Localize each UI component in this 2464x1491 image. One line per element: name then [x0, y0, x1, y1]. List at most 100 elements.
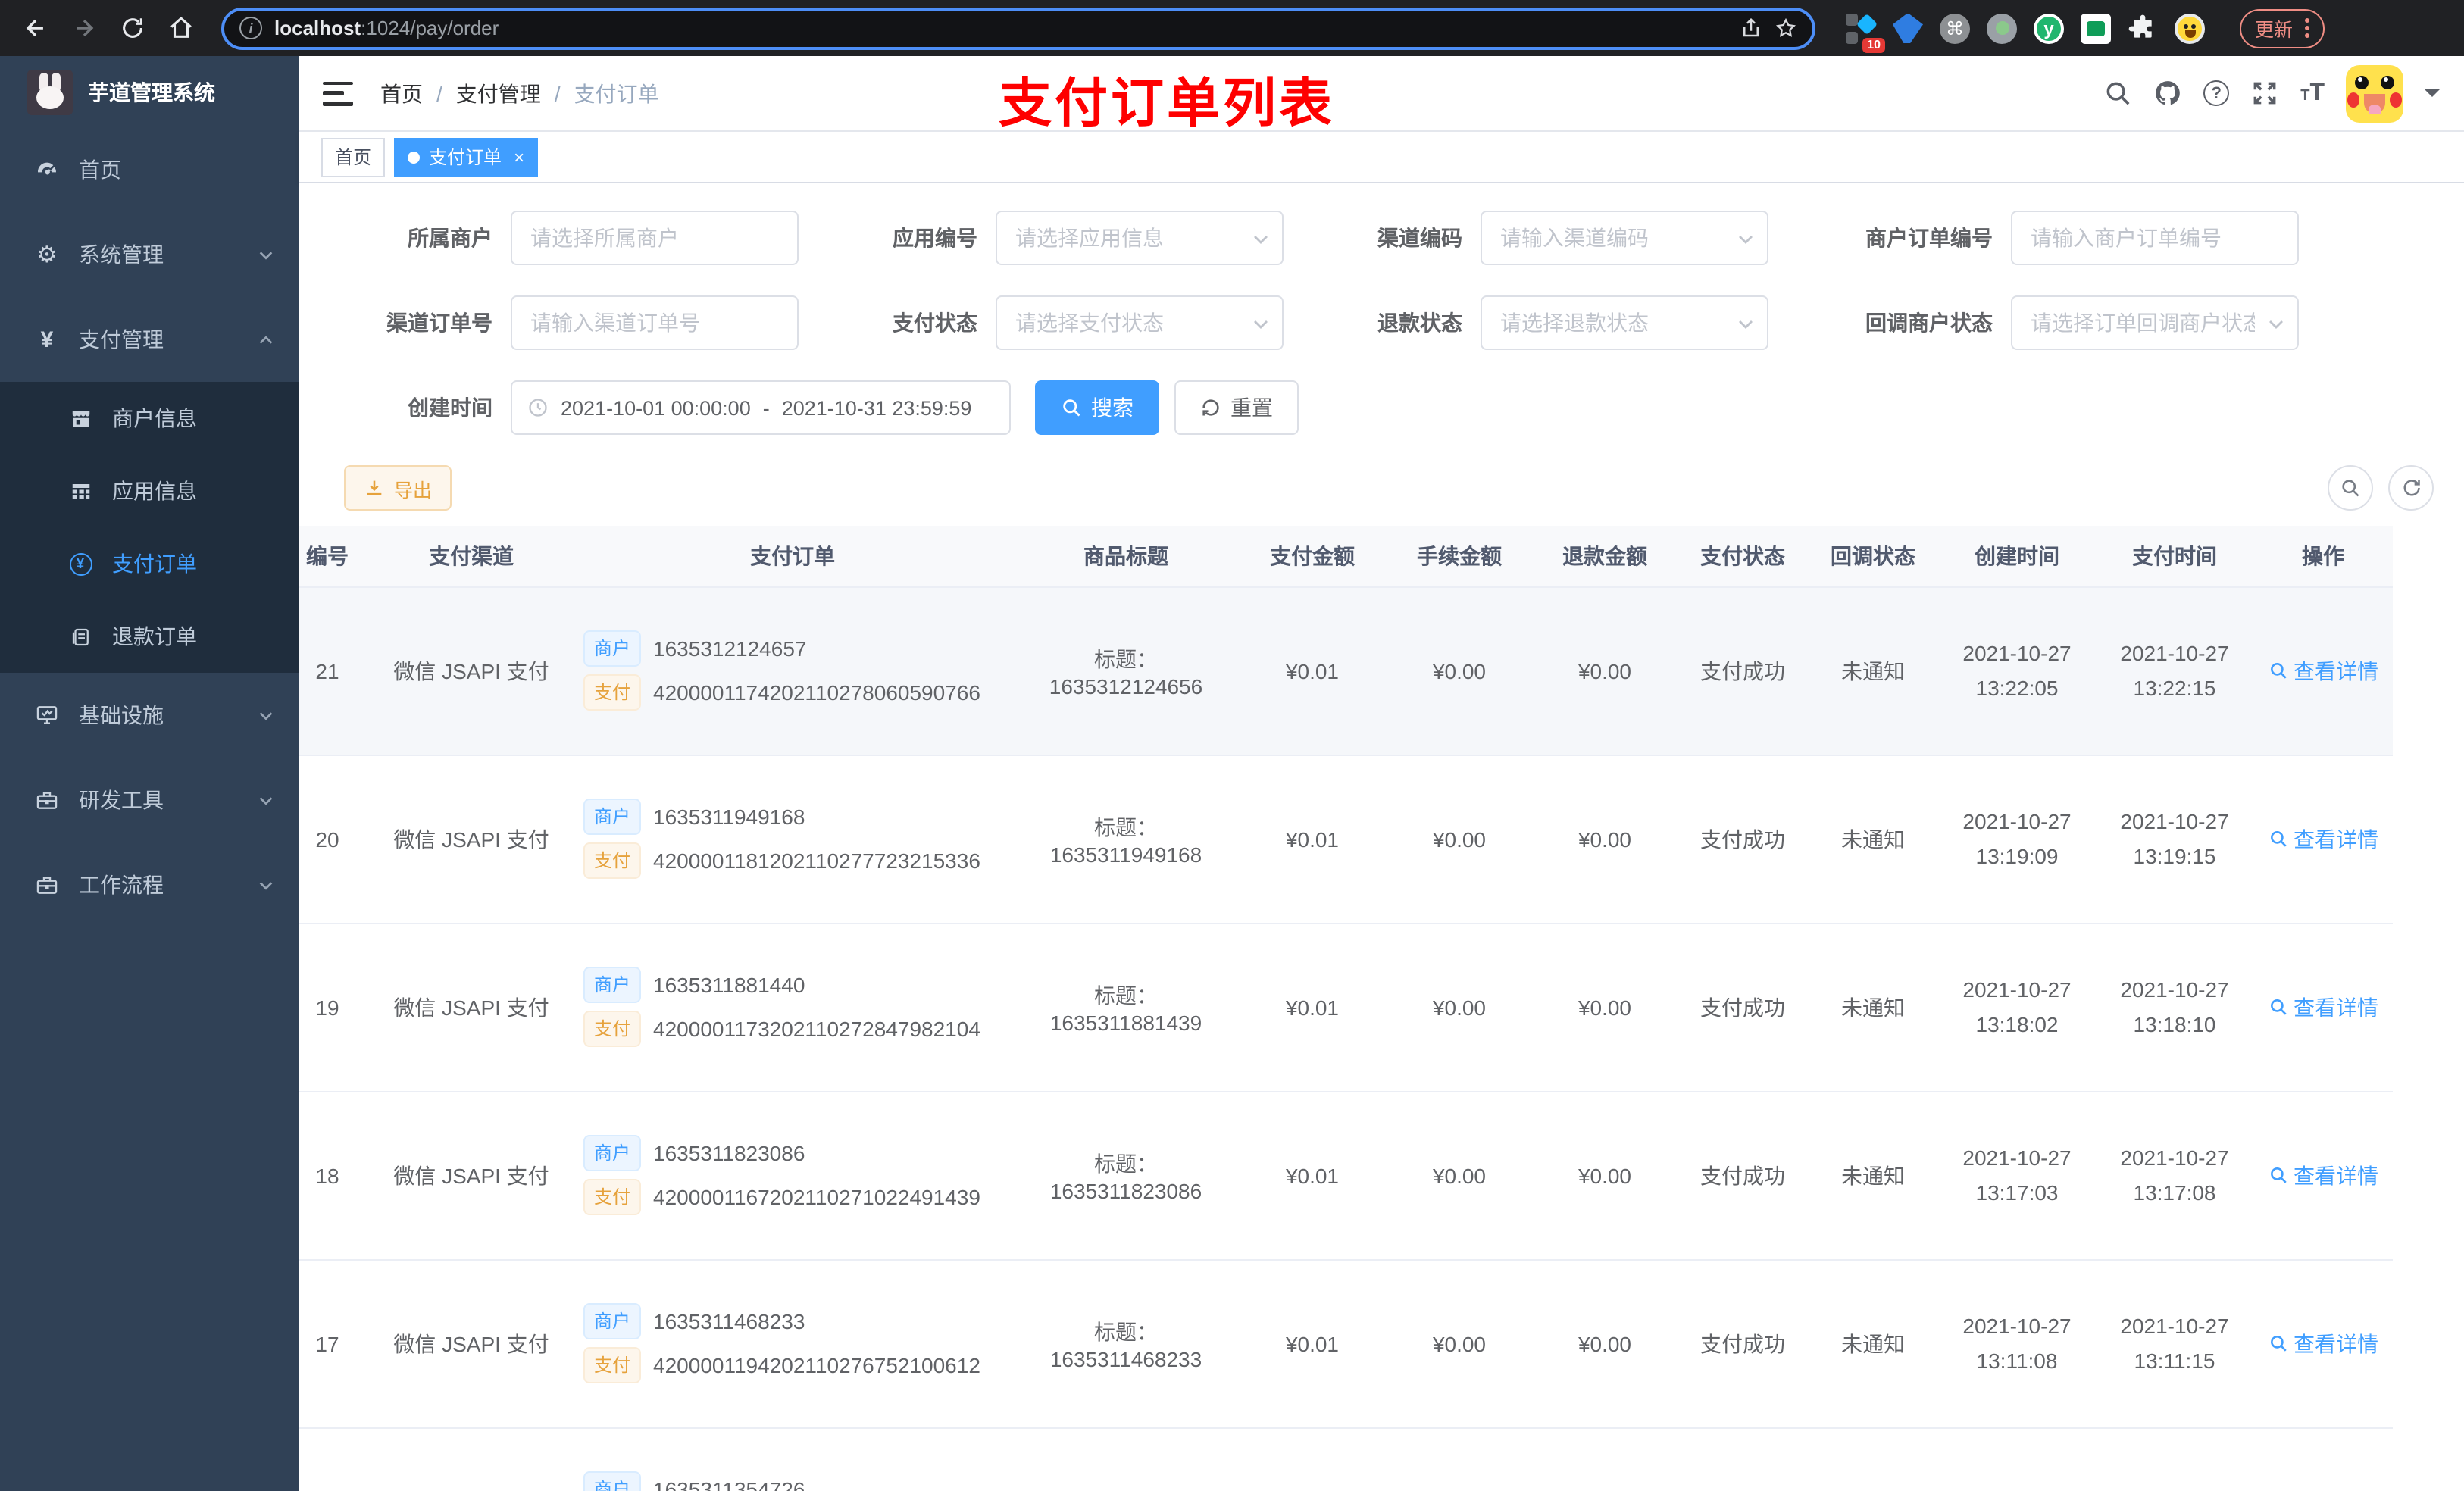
view-details-link[interactable]: 查看详情 — [2268, 1328, 2378, 1358]
pay-status-select[interactable] — [996, 295, 1284, 350]
avatar-caret-icon[interactable] — [2425, 89, 2440, 105]
sidebar-toggle-icon[interactable] — [323, 81, 353, 105]
channel-order-no-input[interactable] — [511, 295, 799, 350]
sidebar-item-infra[interactable]: 基础设施 — [0, 673, 299, 758]
cell-pay-order: 商户 1635312124657 支付 42000011742021102780… — [571, 586, 1014, 755]
sidebar-item-refund-order[interactable]: 退款订单 — [0, 600, 299, 673]
cell-id: 18 — [299, 1091, 371, 1260]
refresh-button[interactable] — [2388, 465, 2434, 511]
tag-pay-order[interactable]: 支付订单 × — [394, 137, 539, 177]
reload-icon[interactable] — [112, 8, 152, 48]
filter-label: 渠道编码 — [1377, 226, 1462, 250]
chat-extension-icon[interactable] — [2081, 13, 2111, 43]
cell-actions: 查看详情 — [2253, 755, 2393, 924]
shop-icon — [67, 407, 94, 430]
bookmark-star-icon[interactable] — [1775, 17, 1797, 39]
column-header: 编号 — [299, 526, 371, 587]
filter-label: 退款状态 — [1377, 311, 1462, 335]
kebab-menu-icon[interactable] — [2305, 18, 2310, 38]
search-button[interactable]: 搜索 — [1035, 380, 1159, 435]
gear-icon: ⚙ — [36, 242, 58, 268]
share-icon[interactable] — [1740, 17, 1762, 39]
reset-button[interactable]: 重置 — [1174, 380, 1299, 435]
app-select[interactable] — [996, 211, 1284, 265]
sidebar-item-pay-order[interactable]: ¥ 支付订单 — [0, 527, 299, 600]
top-navbar: 首页 / 支付管理 / 支付订单 支付订单列表 ? TT — [299, 56, 2464, 133]
column-header: 创建时间 — [1938, 526, 2096, 587]
cell-fee: ¥0.00 — [1387, 923, 1532, 1092]
cell-refund: ¥0.00 — [1532, 586, 1678, 755]
cell-status: 支付成功 — [1678, 586, 1808, 755]
date-range-picker[interactable]: 2021-10-01 00:00:00 - 2021-10-31 23:59:5… — [511, 380, 1011, 435]
cell-title: 标题：1635311823086 — [1014, 1091, 1238, 1260]
cell-created: 2021-10-27 13:18:02 — [1938, 923, 2096, 1092]
refund-status-select[interactable] — [1481, 295, 1768, 350]
fullscreen-icon[interactable] — [2250, 79, 2279, 108]
font-size-icon[interactable]: TT — [2300, 80, 2325, 107]
filter-label: 创建时间 — [408, 395, 492, 420]
cell-id: 20 — [299, 755, 371, 924]
sidebar-item-merchant-info[interactable]: 商户信息 — [0, 382, 299, 455]
clock-icon — [527, 397, 549, 418]
chevron-down-icon — [258, 877, 274, 893]
kite-extension-icon[interactable] — [1893, 13, 1923, 43]
merchant-select[interactable] — [511, 211, 799, 265]
cell-channel: 微信 JSAPI 支付 — [371, 755, 571, 924]
sidebar-item-devtools[interactable]: 研发工具 — [0, 758, 299, 842]
view-details-link[interactable]: 查看详情 — [2268, 824, 2378, 854]
command-extension-icon[interactable]: ⌘ — [1940, 13, 1970, 43]
show-search-toggle-button[interactable] — [2328, 465, 2373, 511]
pay-tag: 支付 — [583, 674, 642, 711]
merchant-order-no: 1635311823086 — [653, 1141, 805, 1165]
pay-tag: 支付 — [583, 842, 642, 879]
emoji-avatar-icon[interactable] — [2175, 13, 2205, 43]
view-details-link[interactable]: 查看详情 — [2268, 992, 2378, 1022]
notify-status-select[interactable] — [2011, 295, 2299, 350]
cell-status: 支付成功 — [1678, 923, 1808, 1092]
extensions-puzzle-icon[interactable] — [2128, 13, 2158, 43]
cell-pay-order: 商户 1635311354726 支付 — [571, 1427, 1014, 1491]
export-button[interactable]: 导出 — [344, 465, 452, 511]
address-bar[interactable]: i localhost:1024/pay/order — [221, 7, 1815, 49]
cell-actions: 查看详情 — [2253, 923, 2393, 1092]
home-icon[interactable] — [161, 8, 200, 48]
merchant-order-no-input[interactable] — [2011, 211, 2299, 265]
yen-icon: ¥ — [40, 327, 54, 352]
update-button[interactable]: 更新 — [2240, 8, 2325, 48]
breadcrumb-home[interactable]: 首页 — [380, 78, 423, 108]
close-icon[interactable]: × — [514, 146, 524, 167]
briefcase-icon — [33, 873, 61, 897]
cell-created: 2021-10-27 13:17:03 — [1938, 1091, 2096, 1260]
site-info-icon[interactable]: i — [239, 17, 262, 39]
sidebar-item-app-info[interactable]: 应用信息 — [0, 455, 299, 527]
sidebar-item-home[interactable]: 首页 — [0, 127, 299, 212]
user-avatar[interactable] — [2346, 64, 2403, 122]
sidebar-item-workflow[interactable]: 工作流程 — [0, 842, 299, 927]
sidebar-item-pay[interactable]: ¥ 支付管理 — [0, 297, 299, 382]
cell-created: 2021-10-27 13:11:08 — [1938, 1259, 2096, 1428]
back-icon[interactable] — [15, 8, 55, 48]
pay-tag: 支付 — [583, 1179, 642, 1215]
view-details-link[interactable]: 查看详情 — [2268, 655, 2378, 686]
cell-paid: 2021-10-27 13:22:15 — [2096, 586, 2253, 755]
cell-notify: 未通知 — [1808, 923, 1938, 1092]
github-icon[interactable] — [2153, 79, 2182, 108]
diamond-extension-icon[interactable]: 10 — [1846, 12, 1885, 52]
tag-home[interactable]: 首页 — [321, 137, 386, 177]
dot-circle-extension-icon[interactable] — [1987, 13, 2017, 43]
y-circle-extension-icon[interactable]: y — [2034, 13, 2064, 43]
table-row: 商户 1635311354726 支付 查看详情 — [299, 1427, 2393, 1491]
forward-icon[interactable] — [64, 8, 103, 48]
view-details-link[interactable]: 查看详情 — [2268, 1160, 2378, 1190]
cell-pay-order: 商户 1635311468233 支付 42000011942021102767… — [571, 1259, 1014, 1428]
cell-pay-order: 商户 1635311823086 支付 42000011672021102710… — [571, 1091, 1014, 1260]
help-icon[interactable]: ? — [2203, 80, 2230, 106]
tags-view-bar: 首页 支付订单 × — [299, 132, 2464, 183]
breadcrumb-section[interactable]: 支付管理 — [456, 78, 541, 108]
cell-status: 支付成功 — [1678, 1259, 1808, 1428]
cell-title: 标题：1635311468233 — [1014, 1259, 1238, 1428]
document-icon — [67, 625, 94, 648]
channel-code-select[interactable] — [1481, 211, 1768, 265]
sidebar-item-system[interactable]: ⚙ 系统管理 — [0, 212, 299, 297]
search-icon[interactable] — [2103, 79, 2132, 108]
